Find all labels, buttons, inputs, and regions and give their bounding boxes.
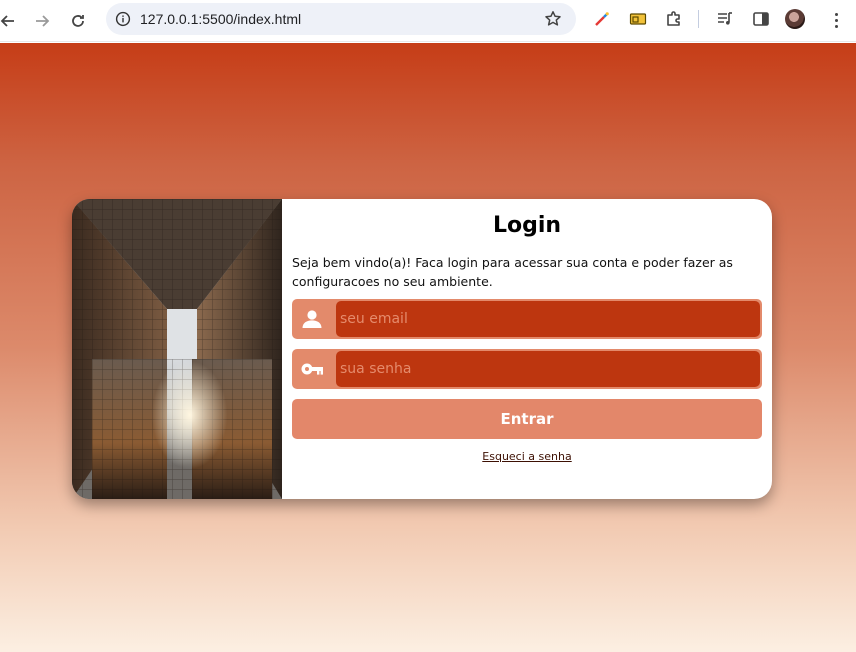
login-submit-button[interactable]: Entrar	[292, 399, 762, 439]
welcome-message: Seja bem vindo(a)! Faca login para acess…	[292, 255, 733, 289]
password-input[interactable]	[336, 351, 760, 387]
forward-button[interactable]	[28, 7, 56, 35]
forgot-password-link[interactable]: Esqueci a senha	[292, 450, 762, 463]
building-photo	[72, 199, 282, 499]
browser-toolbar: 127.0.0.1:5500/index.html	[0, 0, 856, 42]
media-queue-icon[interactable]	[713, 7, 737, 31]
toolbar-divider	[698, 10, 699, 28]
email-input[interactable]	[336, 301, 760, 337]
login-title: Login	[492, 213, 562, 238]
login-card: Login Seja bem vindo(a)! Faca login para…	[72, 199, 772, 499]
password-field-wrapper	[292, 349, 762, 389]
side-panel-icon[interactable]	[749, 7, 773, 31]
url-text[interactable]: 127.0.0.1:5500/index.html	[140, 11, 301, 27]
extensions-puzzle-icon[interactable]	[662, 7, 686, 31]
bookmark-star-icon[interactable]	[544, 10, 562, 28]
login-form: Login Seja bem vindo(a)! Faca login para…	[292, 199, 762, 499]
color-picker-extension-icon[interactable]	[590, 7, 614, 31]
address-bar[interactable]: 127.0.0.1:5500/index.html	[106, 3, 576, 35]
arrow-right-icon	[36, 14, 50, 27]
user-icon	[298, 307, 326, 331]
toolbar-actions	[590, 7, 805, 31]
cast-extension-icon[interactable]	[626, 7, 650, 31]
email-field-wrapper	[292, 299, 762, 339]
arrow-left-icon	[0, 14, 14, 27]
back-button[interactable]	[0, 7, 22, 35]
browser-menu-icon[interactable]	[826, 10, 846, 30]
page-background: Login Seja bem vindo(a)! Faca login para…	[0, 43, 856, 652]
key-icon	[298, 357, 326, 381]
reload-icon	[72, 14, 84, 27]
reload-button[interactable]	[64, 7, 92, 35]
site-info-icon[interactable]	[114, 10, 132, 28]
profile-avatar[interactable]	[785, 9, 805, 29]
